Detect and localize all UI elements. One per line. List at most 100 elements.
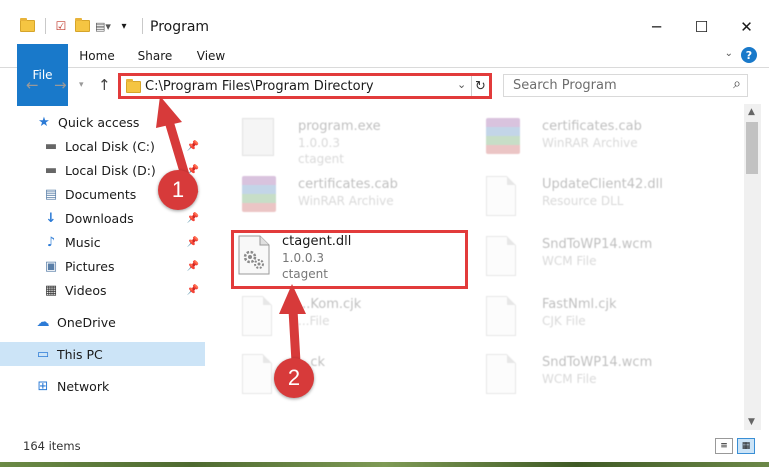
scroll-thumb[interactable] bbox=[746, 122, 758, 174]
sidebar-item-local-disk-c[interactable]: ▬ Local Disk (C:) 📌 bbox=[0, 134, 205, 158]
navigation-bar: ← → ▾ ↑ C:\Program Files\Program Directo… bbox=[0, 72, 769, 100]
refresh-icon[interactable]: ↻ bbox=[471, 76, 489, 96]
file-icon bbox=[242, 296, 278, 340]
back-icon[interactable]: ← bbox=[26, 76, 39, 94]
sidebar-item-label: Network bbox=[57, 378, 110, 394]
vertical-scrollbar[interactable]: ▲ ▼ bbox=[744, 104, 761, 430]
file-detail: ctagent bbox=[298, 152, 344, 166]
pictures-icon: ▣ bbox=[44, 258, 58, 274]
pin-icon[interactable]: 📌 bbox=[187, 213, 199, 224]
pin-icon[interactable]: 📌 bbox=[187, 261, 199, 272]
file-item[interactable]: certificates.cab WinRAR Archive bbox=[462, 112, 702, 174]
properties-icon[interactable]: ☑ bbox=[52, 18, 70, 34]
sidebar-item-label: Pictures bbox=[65, 258, 115, 274]
tab-home[interactable]: Home bbox=[77, 44, 117, 67]
details-view-icon[interactable]: ≡ bbox=[715, 438, 733, 454]
pin-icon[interactable]: 📌 bbox=[187, 141, 199, 152]
file-name: ...Kom.cjk bbox=[298, 297, 362, 312]
dll-icon bbox=[486, 176, 522, 220]
chevron-down-icon[interactable]: ▾ bbox=[115, 18, 133, 34]
minimize-button[interactable]: ─ bbox=[634, 13, 679, 41]
search-input[interactable]: Search Program ⌕ bbox=[503, 74, 748, 97]
ribbon-tabs: File Home Share View ⌄ ? bbox=[0, 44, 769, 106]
selected-file-ctagent-dll[interactable]: ctagent.dll 1.0.0.3 ctagent bbox=[231, 230, 468, 289]
file-item[interactable]: SndToWP14.wcm WCM File bbox=[462, 348, 702, 410]
videos-icon: ▦ bbox=[44, 282, 58, 298]
sidebar-item-this-pc[interactable]: ▭ This PC bbox=[0, 342, 205, 366]
network-icon: ⊞ bbox=[37, 378, 49, 394]
file-name: SndToWP14.wcm bbox=[542, 237, 653, 252]
help-icon[interactable]: ? bbox=[741, 47, 757, 63]
divider bbox=[142, 18, 143, 34]
exe-icon bbox=[242, 118, 278, 162]
file-name: FastNml.cjk bbox=[542, 297, 617, 312]
new-folder-icon[interactable] bbox=[73, 18, 91, 34]
sidebar-item-label: Local Disk (D:) bbox=[65, 162, 156, 178]
dll-gear-icon bbox=[238, 235, 270, 275]
file-icon bbox=[242, 354, 278, 398]
step-badge-2: 2 bbox=[274, 358, 314, 398]
search-icon[interactable]: ⌕ bbox=[733, 76, 741, 92]
file-detail: WCM File bbox=[542, 372, 597, 386]
sidebar-item-music[interactable]: ♪ Music 📌 bbox=[0, 230, 205, 254]
winrar-icon bbox=[486, 118, 522, 162]
sidebar-item-label: Quick access bbox=[58, 114, 140, 130]
file-name: program.exe bbox=[298, 119, 381, 134]
step-badge-1: 1 bbox=[158, 170, 198, 210]
forward-icon[interactable]: → bbox=[54, 76, 67, 94]
file-item[interactable]: SndToWP14.wcm WCM File bbox=[462, 230, 702, 292]
recent-locations-icon[interactable]: ▾ bbox=[79, 80, 84, 90]
sidebar-item-pictures[interactable]: ▣ Pictures 📌 bbox=[0, 254, 205, 278]
star-icon: ★ bbox=[38, 114, 50, 130]
pin-icon[interactable]: 📌 bbox=[187, 237, 199, 248]
file-name: SndToWP14.wcm bbox=[542, 355, 653, 370]
scroll-down-icon[interactable]: ▼ bbox=[748, 417, 755, 427]
folder-icon[interactable] bbox=[18, 18, 36, 34]
window-controls: ─ ☐ ✕ bbox=[634, 13, 769, 41]
item-count: 164 items bbox=[23, 439, 81, 453]
scroll-up-icon[interactable]: ▲ bbox=[748, 107, 755, 117]
sidebar-item-label: Downloads bbox=[65, 210, 134, 226]
address-path[interactable]: C:\Program Files\Program Directory bbox=[145, 79, 374, 94]
file-icon bbox=[486, 296, 522, 340]
file-detail: Resource DLL bbox=[542, 194, 624, 208]
file-name: certificates.cab bbox=[542, 119, 642, 134]
sidebar-item-label: Videos bbox=[65, 282, 107, 298]
customize-icon[interactable]: ▤▾ bbox=[94, 18, 112, 34]
sidebar-item-label: OneDrive bbox=[57, 314, 116, 330]
file-version: 1.0.0.3 bbox=[282, 251, 324, 265]
file-detail: WCM File bbox=[542, 254, 597, 268]
file-detail: WinRAR Archive bbox=[298, 194, 394, 208]
pin-icon[interactable]: 📌 bbox=[187, 285, 199, 296]
sidebar-item-network[interactable]: ⊞ Network bbox=[0, 374, 205, 398]
address-bar[interactable]: C:\Program Files\Program Directory ⌄ ↻ bbox=[118, 73, 492, 99]
close-button[interactable]: ✕ bbox=[724, 13, 769, 41]
file-item[interactable]: program.exe 1.0.0.3 ctagent bbox=[218, 112, 458, 174]
tab-share[interactable]: Share bbox=[135, 44, 175, 67]
file-item[interactable]: ...Kom.cjk ...File bbox=[218, 290, 458, 352]
file-icon bbox=[486, 236, 522, 280]
quick-access-toolbar: ☑ ▤▾ ▾ bbox=[18, 18, 149, 34]
file-detail: ...File bbox=[298, 314, 330, 328]
sidebar-item-label: Documents bbox=[65, 186, 137, 202]
large-icons-view-icon[interactable]: ▦ bbox=[737, 438, 755, 454]
file-item[interactable]: certificates.cab WinRAR Archive bbox=[218, 170, 458, 232]
file-item[interactable]: ...ck bbox=[218, 348, 458, 410]
expand-ribbon-icon[interactable]: ⌄ bbox=[725, 48, 733, 59]
chevron-down-icon[interactable]: ⌄ bbox=[457, 78, 466, 91]
desktop-edge bbox=[0, 462, 769, 467]
sidebar-item-quick-access[interactable]: ★ Quick access bbox=[0, 110, 205, 134]
file-name: UpdateClient42.dll bbox=[542, 177, 663, 192]
download-icon: ↓ bbox=[45, 210, 57, 226]
maximize-button[interactable]: ☐ bbox=[679, 13, 724, 41]
winrar-icon bbox=[242, 176, 278, 220]
file-name: certificates.cab bbox=[298, 177, 398, 192]
sidebar-item-onedrive[interactable]: ☁ OneDrive bbox=[0, 310, 205, 334]
file-detail: 1.0.0.3 bbox=[298, 136, 340, 150]
file-item[interactable]: FastNml.cjk CJK File bbox=[462, 290, 702, 352]
tab-view[interactable]: View bbox=[193, 44, 229, 67]
sidebar-item-videos[interactable]: ▦ Videos 📌 bbox=[0, 278, 205, 302]
file-item[interactable]: UpdateClient42.dll Resource DLL bbox=[462, 170, 702, 232]
up-icon[interactable]: ↑ bbox=[98, 76, 111, 94]
music-icon: ♪ bbox=[46, 234, 56, 250]
